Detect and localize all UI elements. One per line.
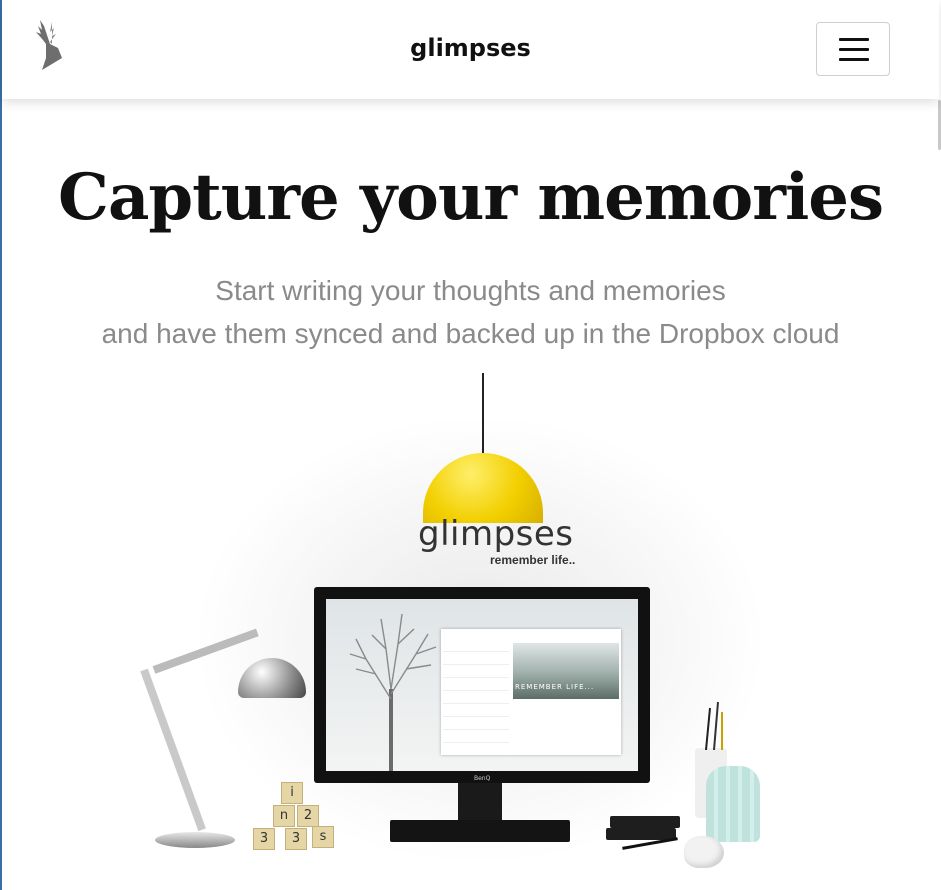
letter-cube: s: [312, 826, 334, 848]
notebook-icon: [610, 816, 680, 828]
winter-tree-icon: [349, 613, 437, 771]
illustration-brand: glimpses: [418, 514, 574, 554]
hero-subtitle-line2: and have them synced and backed up in th…: [101, 318, 840, 349]
letter-cube: 3: [285, 828, 307, 850]
monitor-base: [390, 820, 570, 842]
menu-toggle-button[interactable]: [816, 22, 890, 76]
entries-list: [441, 639, 511, 755]
letter-cube: i: [281, 782, 303, 804]
hamburger-line: [839, 58, 869, 61]
monitor-stand: [458, 783, 502, 823]
letter-cube: n: [273, 805, 295, 827]
letter-cube: 3: [253, 828, 275, 850]
hamburger-line: [839, 48, 869, 51]
illustration-tagline: remember life..: [490, 553, 576, 567]
screen-caption: REMEMBER LIFE...: [515, 683, 595, 691]
hero-title: Capture your memories: [58, 160, 884, 235]
navbar: glimpses: [2, 0, 939, 99]
vase-icon: [706, 766, 760, 842]
monitor-image: REMEMBER LIFE... BenQ: [314, 587, 650, 783]
hero-illustration: glimpses remember life.. REMEMBER LIFE..: [0, 370, 941, 890]
brand-title[interactable]: glimpses: [2, 34, 939, 62]
monitor-brand-label: BenQ: [474, 775, 491, 782]
desk-lamp-arm: [140, 668, 206, 832]
app-window-screenshot: REMEMBER LIFE...: [441, 629, 621, 755]
pencils-icon: [705, 701, 723, 750]
hero-subtitle-line1: Start writing your thoughts and memories: [215, 275, 726, 306]
letter-cube: 2: [297, 805, 319, 827]
desk-lamp-base: [155, 832, 235, 848]
monitor-screen: REMEMBER LIFE...: [326, 599, 638, 771]
hamburger-menu-icon: [839, 38, 869, 41]
pendant-lamp-cord: [482, 373, 484, 463]
crumpled-paper-icon: [684, 836, 724, 868]
